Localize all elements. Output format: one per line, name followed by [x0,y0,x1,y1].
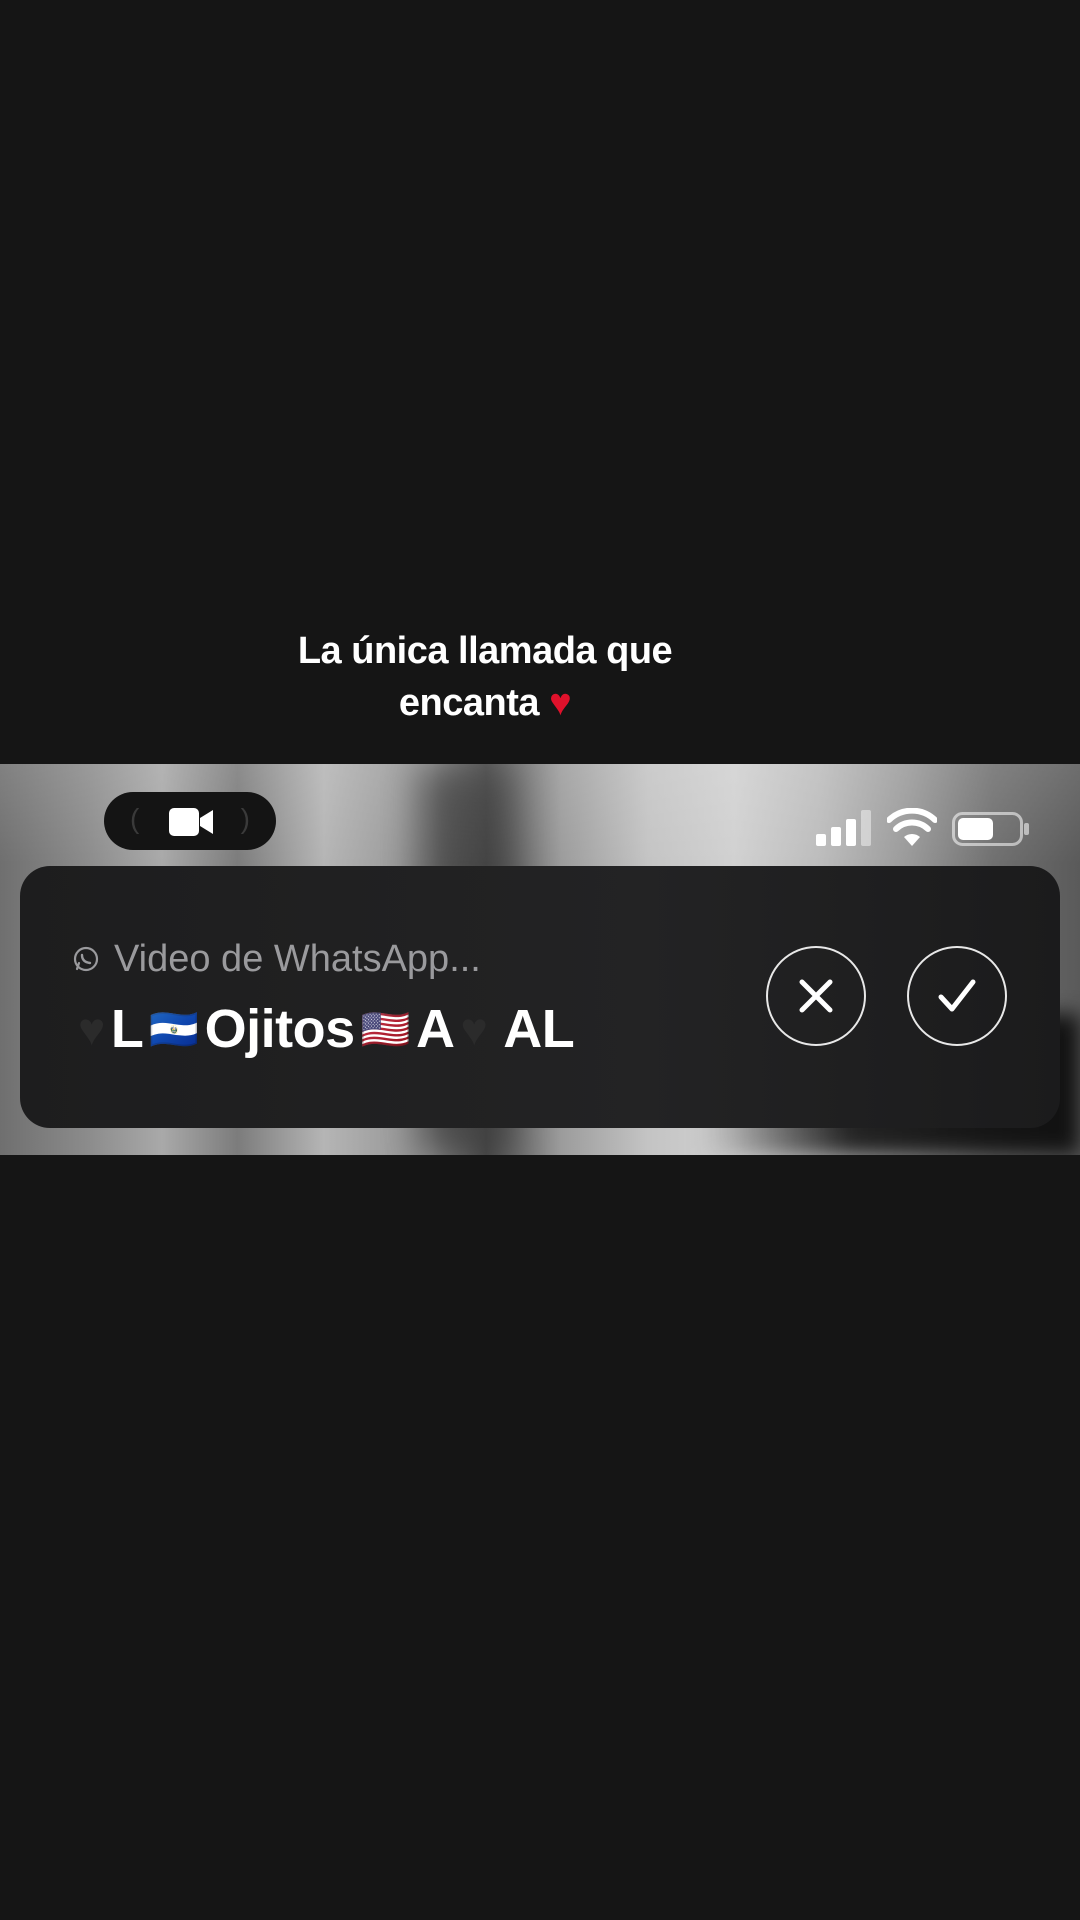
accept-call-button[interactable] [907,946,1007,1046]
usa-flag-icon: 🇺🇸 [360,1007,411,1052]
checkmark-icon [938,979,976,1012]
caller-name-part-2: Ojitos [204,999,356,1059]
black-heart-icon: ♥ [78,1003,105,1055]
caption-line-2: encanta ♥ [0,677,970,729]
decline-call-button[interactable] [766,946,866,1046]
battery-icon [952,812,1029,846]
close-icon [799,979,833,1013]
whatsapp-icon [73,946,99,972]
caption-line-2-text: encanta [398,682,540,724]
video-camera-icon [169,808,213,836]
red-heart-icon: ♥ [549,682,572,724]
caller-name-part-4: AL [503,999,575,1059]
caller-name-part-1: L [110,999,144,1059]
caption-line-1: La única llamada que [297,630,673,672]
el-salvador-flag-icon: 🇸🇻 [149,1007,199,1052]
pill-right-bracket: ) [240,803,250,834]
call-app-label: Video de WhatsApp... [114,937,481,980]
wifi-icon [887,808,937,846]
call-app-line: Video de WhatsApp... [72,938,481,980]
black-heart-icon-2: ♥ [460,1003,488,1055]
video-caption: La única llamada que encanta ♥ [0,625,970,729]
incoming-call-banner[interactable]: Video de WhatsApp... ♥ L 🇸🇻 Ojitos 🇺🇸 A … [20,866,1060,1128]
cellular-signal-icon [816,810,871,846]
dynamic-island-pill[interactable]: ( ) [104,792,276,850]
pill-left-bracket: ( [130,803,140,834]
caller-name: ♥ L 🇸🇻 Ojitos 🇺🇸 A ♥ AL [72,994,575,1064]
caller-name-part-3: A [415,999,455,1059]
